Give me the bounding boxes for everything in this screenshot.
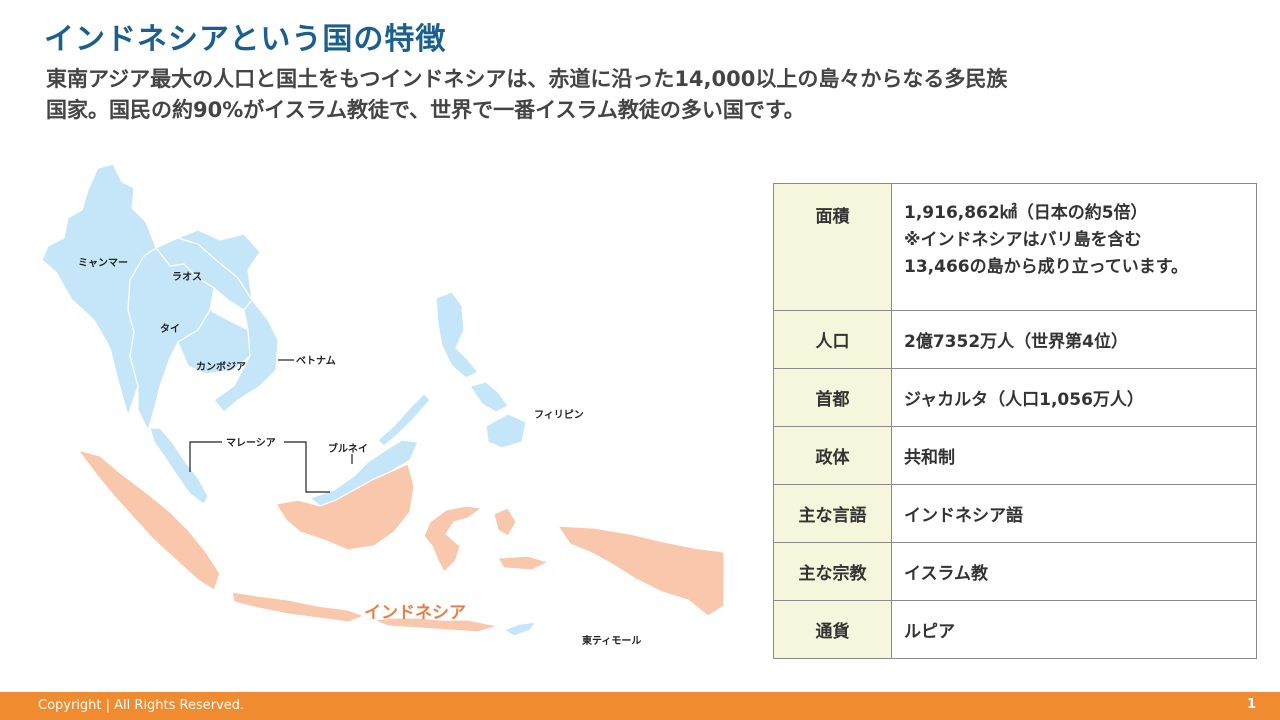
philippines-palawan-shape (377, 393, 431, 447)
row-key: 主な宗教 (773, 542, 892, 601)
kalimantan-shape (275, 463, 415, 551)
map-leader-lines (189, 359, 353, 493)
row-key: 通貨 (773, 600, 892, 659)
row-value-line: 1,916,862㎢（日本の約5倍） (904, 203, 1148, 223)
row-value-line: ※インドネシアはバリ島を含む (904, 230, 1142, 250)
philippines-mindanao-shape (485, 413, 527, 449)
row-value: ジャカルタ（人口1,056万人） (891, 368, 1257, 427)
map-label-laos: ラオス (172, 271, 202, 283)
row-key: 主な言語 (773, 484, 892, 543)
map-label-myanmar: ミャンマー (78, 257, 128, 269)
row-key: 政体 (773, 426, 892, 485)
slide-title: インドネシアという国の特徴 (44, 22, 447, 57)
row-key: 面積 (773, 183, 892, 311)
row-key: 首都 (773, 368, 892, 427)
table-row: 首都 ジャカルタ（人口1,056万人） (773, 368, 1257, 427)
east-timor-shape (502, 621, 538, 637)
table-row: 面積 1,916,862㎢（日本の約5倍） ※インドネシアはバリ島を含む 13,… (773, 183, 1257, 311)
malaysia-leader-line-left (189, 441, 222, 472)
southeast-asia-map: ミャンマー ラオス タイ カンボジア ベトナム フィリピン マレーシア ブルネイ… (41, 163, 725, 647)
sulawesi-shape (423, 505, 484, 574)
table-row: 主な宗教 イスラム教 (773, 542, 1257, 601)
table-row: 政体 共和制 (773, 426, 1257, 485)
neighbor-countries (41, 163, 538, 637)
lead-paragraph: 東南アジア最大の人口と国土をもつインドネシアは、赤道に沿った14,000以上の島… (46, 64, 1226, 126)
copyright-text: Copyright | All Rights Reserved. (38, 698, 245, 713)
maluku-shape (493, 507, 517, 537)
lead-line-1: 東南アジア最大の人口と国土をもつインドネシアは、赤道に沿った14,000以上の島… (46, 67, 1008, 91)
country-info-table: 面積 1,916,862㎢（日本の約5倍） ※インドネシアはバリ島を含む 13,… (773, 183, 1257, 659)
table-row: 通貨 ルピア (773, 600, 1257, 659)
map-label-malaysia: マレーシア (226, 437, 276, 449)
row-value: 1,916,862㎢（日本の約5倍） ※インドネシアはバリ島を含む 13,466… (891, 183, 1257, 311)
map-label-brunei: ブルネイ (328, 442, 368, 455)
java-shape (231, 591, 366, 623)
row-value: 共和制 (891, 426, 1257, 485)
map-label-philippines: フィリピン (534, 409, 584, 421)
sumatra-shape (76, 448, 221, 591)
row-value: イスラム教 (891, 542, 1257, 601)
row-value-line: 13,466の島から成り立っています。 (904, 257, 1189, 277)
map-label-east-timor: 東ティモール (582, 634, 641, 647)
row-value: ルピア (891, 600, 1257, 659)
table-row: 人口 2億7352万人（世界第4位） (773, 310, 1257, 369)
row-value: 2億7352万人（世界第4位） (891, 310, 1257, 369)
map-label-vietnam: ベトナム (296, 355, 336, 367)
lead-line-2: 国家。国民の約90%がイスラム教徒で、世界で一番イスラム教徒の多い国です。 (46, 98, 805, 122)
map-label-indonesia: インドネシア (364, 603, 466, 623)
map-label-cambodia: カンボジア (196, 360, 246, 373)
seram-shape (496, 555, 550, 571)
row-value: インドネシア語 (891, 484, 1257, 543)
malaysia-leader-line-right (284, 441, 330, 493)
map-label-thailand: タイ (160, 323, 180, 335)
table-row: 主な言語 インドネシア語 (773, 484, 1257, 543)
malaysia-peninsula-shape (149, 427, 209, 505)
papua-shape (556, 525, 725, 617)
philippines-visayas-shape (469, 381, 509, 413)
row-key: 人口 (773, 310, 892, 369)
page-number: 1 (1246, 697, 1256, 712)
philippines-luzon-shape (435, 291, 479, 379)
footer-bar: Copyright | All Rights Reserved. 1 (0, 692, 1280, 720)
